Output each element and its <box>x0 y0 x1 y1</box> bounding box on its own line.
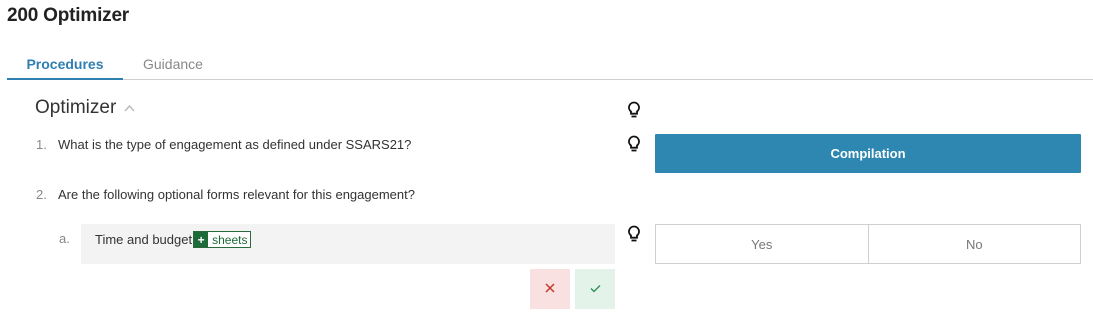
section-title: Optimizer <box>35 97 117 118</box>
section-header[interactable]: Optimizer <box>35 97 136 119</box>
question-text: Are the following optional forms relevan… <box>58 187 415 202</box>
tab-guidance[interactable]: Guidance <box>143 56 203 80</box>
question-number: 1. <box>36 137 47 152</box>
close-icon <box>545 280 555 298</box>
tag-label: sheets <box>212 232 248 247</box>
lightbulb-icon[interactable] <box>627 135 641 153</box>
cancel-button[interactable] <box>530 269 570 309</box>
sub-question-letter: a. <box>59 231 70 246</box>
option-yes-button[interactable]: Yes <box>656 225 868 263</box>
confirm-button[interactable] <box>575 269 615 309</box>
option-no-button[interactable]: No <box>867 225 1081 263</box>
sub-question-text: Time and budget <box>95 232 193 247</box>
sheets-tag[interactable]: + sheets <box>193 231 252 248</box>
sub-question-row[interactable]: Time and budget + sheets <box>81 224 615 264</box>
check-icon <box>590 280 601 298</box>
page-title: 200 Optimizer <box>7 5 130 26</box>
question-text: What is the type of engagement as define… <box>58 137 412 152</box>
lightbulb-icon[interactable] <box>627 101 641 119</box>
tab-bar: Procedures Guidance <box>7 52 1093 80</box>
answer-compilation-button[interactable]: Compilation <box>655 134 1081 173</box>
chevron-up-icon[interactable] <box>124 102 136 114</box>
yes-no-toggle: Yes No <box>655 224 1081 264</box>
question-number: 2. <box>36 187 47 202</box>
tab-procedures[interactable]: Procedures <box>7 56 123 80</box>
lightbulb-icon[interactable] <box>627 225 641 243</box>
plus-icon: + <box>194 232 209 247</box>
